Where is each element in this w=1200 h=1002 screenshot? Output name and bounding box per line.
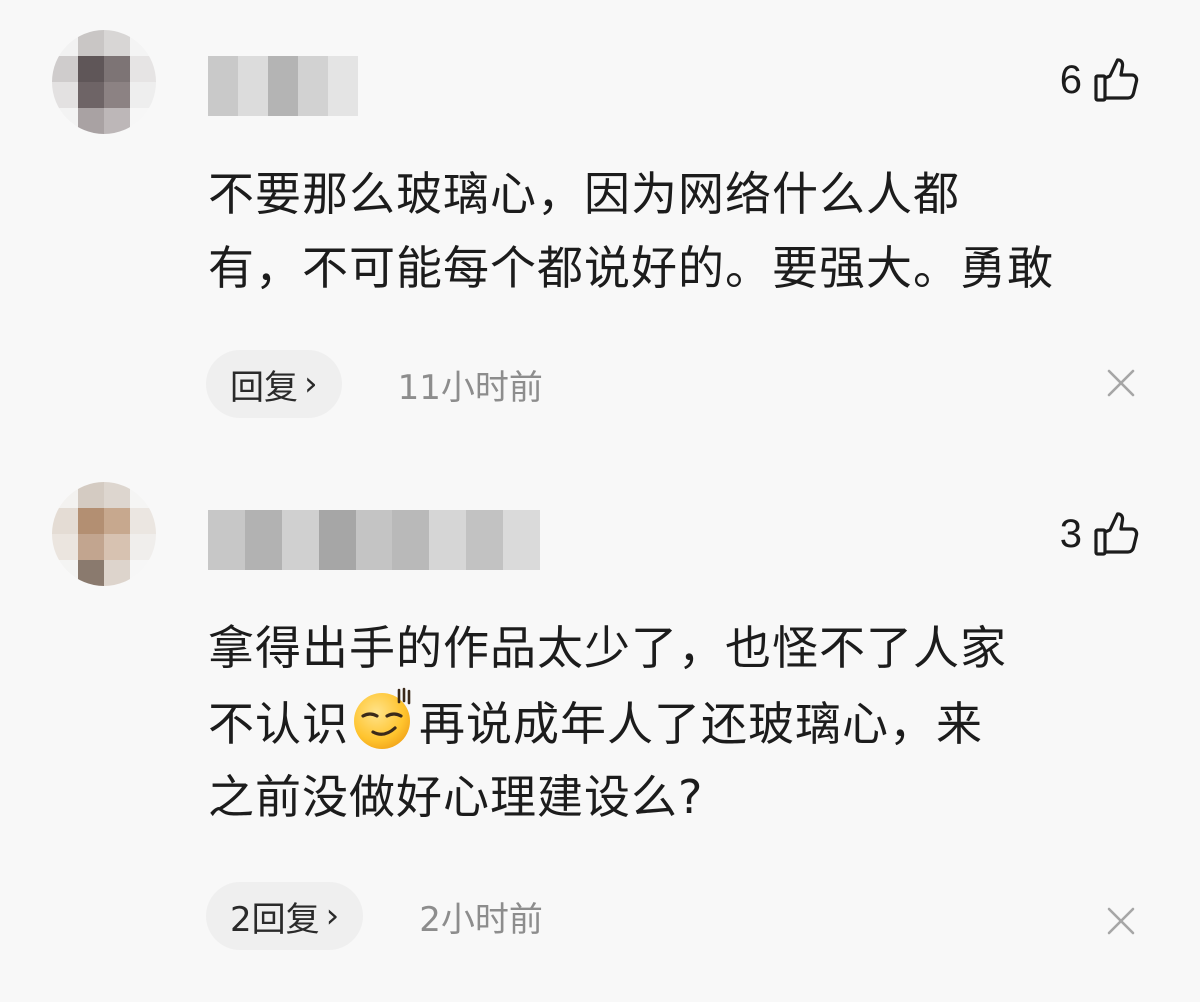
avatar[interactable] xyxy=(52,30,156,134)
like-count: 6 xyxy=(1059,57,1082,102)
thumbs-up-icon xyxy=(1092,56,1140,104)
smirk-emoji-icon xyxy=(351,686,417,752)
comment-line-part: 不认识 xyxy=(208,696,349,751)
reply-button[interactable]: 回复 › xyxy=(206,350,342,418)
like-button[interactable]: 3 xyxy=(1060,510,1140,558)
comment-line-part: 再说成年人了还玻璃心，来 xyxy=(419,696,983,751)
comment-line: 拿得出手的作品太少了，也怪不了人家 xyxy=(208,621,1007,675)
username-blurred[interactable] xyxy=(208,56,358,116)
comment-item: 3 拿得出手的作品太少了，也怪不了人家 不认识 再说成年人了还玻璃心，来 之前没… xyxy=(0,470,1200,990)
chevron-right-icon: › xyxy=(325,896,340,936)
comment-actions: 2回复 › 2小时前 xyxy=(206,882,543,950)
timestamp: 11小时前 xyxy=(397,367,543,408)
timestamp: 2小时前 xyxy=(419,899,543,940)
reply-button[interactable]: 2回复 › xyxy=(206,882,364,950)
chevron-right-icon: › xyxy=(304,364,318,404)
comment-text: 不要那么玻璃心，因为网络什么人都 有，不可能每个都说好的。要强大。勇敢 xyxy=(208,158,1158,305)
username-blurred[interactable] xyxy=(208,510,541,570)
avatar[interactable] xyxy=(52,482,156,586)
close-icon[interactable] xyxy=(1106,906,1136,936)
like-button[interactable]: 6 xyxy=(1060,56,1140,104)
close-icon[interactable] xyxy=(1106,368,1136,398)
reply-label: 2回复 xyxy=(230,899,320,940)
comment-line: 不认识 再说成年人了还玻璃心，来 xyxy=(208,686,1158,762)
comment-actions: 回复 › 11小时前 xyxy=(206,350,543,418)
comment-text: 拿得出手的作品太少了，也怪不了人家 不认识 再说成年人了还玻璃心，来 之前没做好… xyxy=(208,612,1158,835)
thumbs-up-icon xyxy=(1092,510,1140,558)
comment-line: 之前没做好心理建设么? xyxy=(208,770,704,825)
comment-item: 6 不要那么玻璃心，因为网络什么人都 有，不可能每个都说好的。要强大。勇敢 回复… xyxy=(0,0,1200,450)
like-count: 3 xyxy=(1059,511,1082,556)
reply-label: 回复 xyxy=(230,367,298,408)
comment-line: 有，不可能每个都说好的。要强大。勇敢 xyxy=(208,240,1054,295)
comment-list: 6 不要那么玻璃心，因为网络什么人都 有，不可能每个都说好的。要强大。勇敢 回复… xyxy=(0,0,1200,1002)
comment-line: 不要那么玻璃心，因为网络什么人都 xyxy=(208,167,960,221)
